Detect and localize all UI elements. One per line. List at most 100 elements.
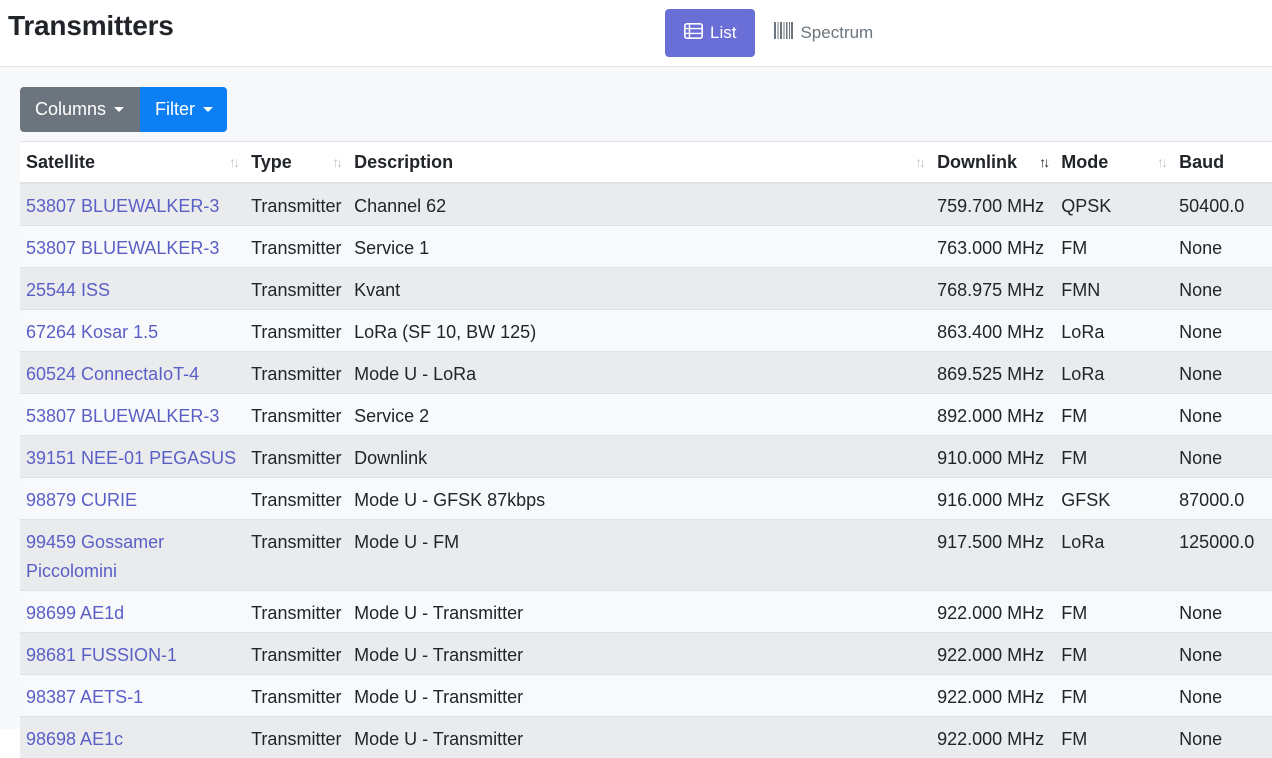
cell-satellite: 53807 BLUEWALKER-3: [20, 226, 245, 268]
cell-satellite: 25544 ISS: [20, 268, 245, 310]
cell-description: Mode U - LoRa: [348, 352, 931, 394]
table-row: 98879 CURIETransmitterMode U - GFSK 87kb…: [20, 478, 1272, 520]
satellite-link[interactable]: 53807 BLUEWALKER-3: [26, 238, 219, 258]
satellite-link[interactable]: 67264 Kosar 1.5: [26, 322, 158, 342]
cell-baud: None: [1173, 675, 1272, 717]
main-content: Columns Filter Satellite ↑↓ Type: [0, 67, 1272, 729]
table-row: 98698 AE1cTransmitterMode U - Transmitte…: [20, 717, 1272, 758]
cell-mode: FMN: [1055, 268, 1173, 310]
cell-description: Mode U - FM: [348, 520, 931, 591]
cell-baud: 125000.0: [1173, 520, 1272, 591]
cell-downlink: 863.400 MHz: [931, 310, 1055, 352]
chevron-down-icon: [203, 107, 213, 112]
cell-baud: None: [1173, 436, 1272, 478]
cell-description: Service 1: [348, 226, 931, 268]
table-row: 39151 NEE-01 PEGASUSTransmitterDownlink9…: [20, 436, 1272, 478]
list-view-button[interactable]: List: [665, 9, 755, 57]
cell-downlink: 910.000 MHz: [931, 436, 1055, 478]
table-toolbar: Columns Filter: [20, 87, 227, 132]
cell-mode: GFSK: [1055, 478, 1173, 520]
sort-icon: ↑↓: [1157, 154, 1165, 170]
satellite-link[interactable]: 99459 Gossamer Piccolomini: [26, 532, 164, 581]
cell-description: Mode U - GFSK 87kbps: [348, 478, 931, 520]
cell-type: Transmitter: [245, 394, 348, 436]
column-header-type[interactable]: Type ↑↓: [245, 142, 348, 184]
cell-mode: FM: [1055, 226, 1173, 268]
cell-downlink: 892.000 MHz: [931, 394, 1055, 436]
cell-satellite: 53807 BLUEWALKER-3: [20, 183, 245, 226]
filter-label: Filter: [155, 99, 195, 120]
cell-downlink: 759.700 MHz: [931, 183, 1055, 226]
table-row: 98699 AE1dTransmitterMode U - Transmitte…: [20, 591, 1272, 633]
cell-type: Transmitter: [245, 310, 348, 352]
view-toggle: List Spectrum: [665, 9, 892, 57]
sort-icon: ↑↓: [332, 154, 340, 170]
cell-description: Mode U - Transmitter: [348, 675, 931, 717]
cell-downlink: 922.000 MHz: [931, 633, 1055, 675]
columns-label: Columns: [35, 99, 106, 120]
cell-description: Kvant: [348, 268, 931, 310]
cell-mode: LoRa: [1055, 310, 1173, 352]
cell-mode: LoRa: [1055, 520, 1173, 591]
column-header-mode[interactable]: Mode ↑↓: [1055, 142, 1173, 184]
cell-satellite: 98698 AE1c: [20, 717, 245, 758]
cell-description: Service 2: [348, 394, 931, 436]
cell-satellite: 98699 AE1d: [20, 591, 245, 633]
cell-baud: None: [1173, 394, 1272, 436]
cell-satellite: 53807 BLUEWALKER-3: [20, 394, 245, 436]
list-view-label: List: [710, 23, 736, 43]
cell-satellite: 98681 FUSSION-1: [20, 633, 245, 675]
cell-baud: None: [1173, 310, 1272, 352]
satellite-link[interactable]: 98681 FUSSION-1: [26, 645, 177, 665]
cell-type: Transmitter: [245, 633, 348, 675]
table-row: 98387 AETS-1TransmitterMode U - Transmit…: [20, 675, 1272, 717]
cell-description: Mode U - Transmitter: [348, 717, 931, 758]
cell-mode: QPSK: [1055, 183, 1173, 226]
cell-type: Transmitter: [245, 520, 348, 591]
column-header-satellite[interactable]: Satellite ↑↓: [20, 142, 245, 184]
cell-satellite: 98879 CURIE: [20, 478, 245, 520]
table-row: 60524 ConnectaIoT-4TransmitterMode U - L…: [20, 352, 1272, 394]
cell-type: Transmitter: [245, 226, 348, 268]
cell-satellite: 60524 ConnectaIoT-4: [20, 352, 245, 394]
satellite-link[interactable]: 53807 BLUEWALKER-3: [26, 196, 219, 216]
cell-baud: None: [1173, 226, 1272, 268]
sort-icon: ↑↓: [229, 154, 237, 170]
cell-baud: None: [1173, 633, 1272, 675]
column-header-baud[interactable]: Baud ↑↓: [1173, 142, 1272, 184]
satellite-link[interactable]: 98387 AETS-1: [26, 687, 143, 707]
cell-satellite: 99459 Gossamer Piccolomini: [20, 520, 245, 591]
table-row: 53807 BLUEWALKER-3 TransmitterService 176…: [20, 226, 1272, 268]
column-header-description[interactable]: Description ↑↓: [348, 142, 931, 184]
satellite-link[interactable]: 53807 BLUEWALKER-3: [26, 406, 219, 426]
transmitters-table: Satellite ↑↓ Type ↑↓ Description ↑↓ Down…: [20, 141, 1272, 758]
satellite-link[interactable]: 98698 AE1c: [26, 729, 123, 749]
satellite-link[interactable]: 60524 ConnectaIoT-4: [26, 364, 199, 384]
cell-downlink: 869.525 MHz: [931, 352, 1055, 394]
cell-baud: 50400.0: [1173, 183, 1272, 226]
satellite-link[interactable]: 98879 CURIE: [26, 490, 137, 510]
cell-downlink: 917.500 MHz: [931, 520, 1055, 591]
sort-icon: ↑↓: [915, 154, 923, 170]
columns-dropdown-button[interactable]: Columns: [20, 87, 140, 132]
cell-type: Transmitter: [245, 183, 348, 226]
list-icon: [684, 23, 703, 44]
column-header-downlink[interactable]: Downlink ↑↓: [931, 142, 1055, 184]
table-header-row: Satellite ↑↓ Type ↑↓ Description ↑↓ Down…: [20, 142, 1272, 184]
cell-downlink: 922.000 MHz: [931, 717, 1055, 758]
table-row: 67264 Kosar 1.5TransmitterLoRa (SF 10, B…: [20, 310, 1272, 352]
cell-description: Mode U - Transmitter: [348, 633, 931, 675]
satellite-link[interactable]: 25544 ISS: [26, 280, 110, 300]
cell-mode: FM: [1055, 717, 1173, 758]
cell-downlink: 916.000 MHz: [931, 478, 1055, 520]
filter-dropdown-button[interactable]: Filter: [140, 87, 227, 132]
barcode-icon: [774, 22, 793, 44]
cell-mode: FM: [1055, 394, 1173, 436]
cell-mode: FM: [1055, 591, 1173, 633]
satellite-link[interactable]: 39151 NEE-01 PEGASUS: [26, 448, 236, 468]
satellite-link[interactable]: 98699 AE1d: [26, 603, 124, 623]
spectrum-view-button[interactable]: Spectrum: [755, 9, 892, 57]
cell-mode: FM: [1055, 633, 1173, 675]
cell-downlink: 763.000 MHz: [931, 226, 1055, 268]
table-row: 53807 BLUEWALKER-3TransmitterChannel 627…: [20, 183, 1272, 226]
